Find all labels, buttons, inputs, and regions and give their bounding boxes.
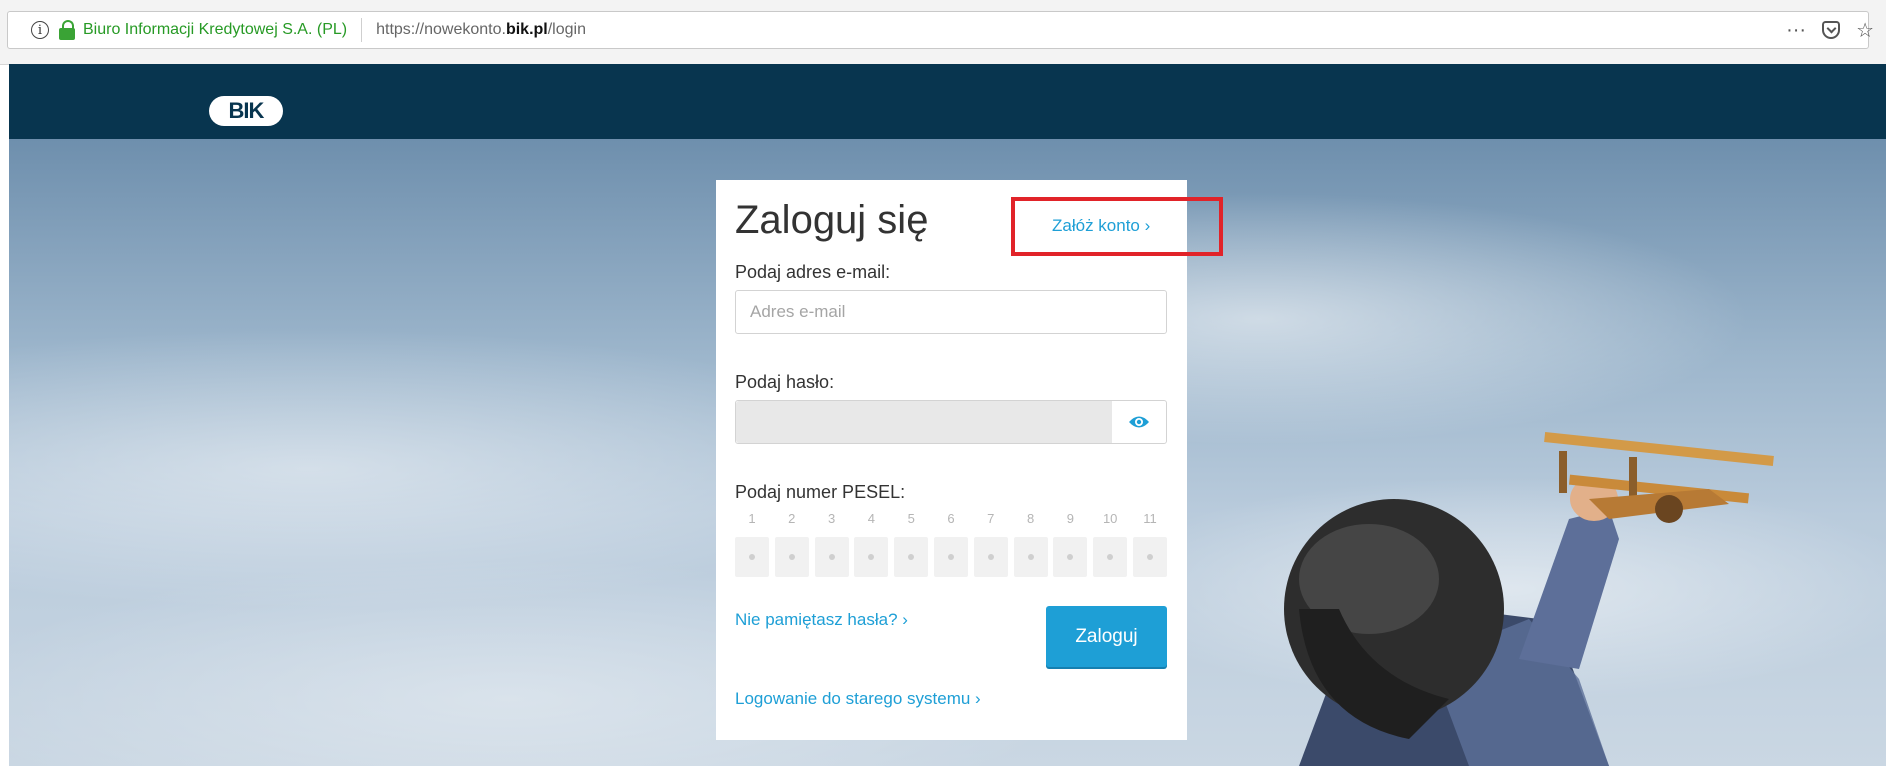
page-actions-menu-icon[interactable]: ··· — [1786, 19, 1806, 42]
pesel-cell: 7 — [973, 511, 1008, 577]
pesel-label: Podaj numer PESEL: — [735, 482, 906, 502]
pesel-cell: 3 — [814, 511, 849, 577]
email-label: Podaj adres e-mail: — [735, 262, 891, 282]
email-field[interactable] — [735, 290, 1167, 334]
pesel-digit-input[interactable] — [735, 537, 769, 577]
pesel-position-number: 4 — [867, 511, 875, 526]
pesel-digit-input[interactable] — [1013, 537, 1048, 577]
bik-logo[interactable]: BIK — [209, 96, 283, 126]
pesel-cell: 4 — [854, 511, 889, 577]
pocket-icon[interactable] — [1822, 21, 1841, 39]
pesel-position-number: 7 — [987, 511, 995, 526]
login-card: Zaloguj się Załóż konto › Podaj adres e-… — [716, 180, 1187, 740]
pesel-position-number: 10 — [1102, 511, 1118, 526]
pesel-input-group: 1 2 3 4 5 6 7 8 9 10 11 — [735, 511, 1167, 577]
pesel-digit-input[interactable] — [933, 537, 968, 577]
page-title: Zaloguj się — [735, 198, 929, 242]
info-icon[interactable]: i — [31, 21, 49, 39]
pesel-digit-input[interactable] — [774, 537, 809, 577]
pesel-cell: 6 — [933, 511, 968, 577]
pesel-position-number: 11 — [1143, 511, 1157, 526]
pesel-digit-input[interactable] — [854, 537, 889, 577]
lock-icon[interactable] — [59, 20, 75, 40]
pesel-cell: 11 — [1132, 511, 1167, 577]
pesel-position-number: 2 — [788, 511, 796, 526]
pesel-position-number: 3 — [827, 511, 836, 526]
url-text[interactable]: https://nowekonto.bik.pl/login — [376, 21, 586, 39]
pesel-digit-input[interactable] — [894, 537, 929, 577]
pesel-cell: 10 — [1093, 511, 1128, 577]
pesel-position-number: 8 — [1026, 511, 1035, 526]
pesel-digit-input[interactable] — [814, 537, 849, 577]
login-button[interactable]: Zaloguj — [1046, 606, 1167, 667]
address-bar[interactable]: i Biuro Informacji Kredytowej S.A. (PL) … — [7, 11, 1869, 49]
site-identity[interactable]: Biuro Informacji Kredytowej S.A. (PL) — [83, 21, 347, 39]
password-group — [735, 400, 1167, 444]
pesel-digit-input[interactable] — [1053, 537, 1088, 577]
show-password-toggle[interactable] — [1112, 401, 1166, 443]
pesel-cell: 5 — [894, 511, 929, 577]
pesel-position-number: 6 — [947, 511, 955, 526]
browser-toolbar: i Biuro Informacji Kredytowej S.A. (PL) … — [0, 0, 1886, 65]
password-field[interactable] — [736, 401, 1112, 443]
pesel-cell: 2 — [774, 511, 809, 577]
highlight-annotation — [1011, 197, 1223, 256]
pesel-cell: 1 — [735, 511, 769, 577]
site-header: BIK — [9, 64, 1886, 139]
pesel-digit-input[interactable] — [973, 537, 1008, 577]
password-label: Podaj hasło: — [735, 372, 835, 392]
pesel-position-number: 9 — [1066, 511, 1074, 526]
old-system-login-link[interactable]: Logowanie do starego systemu › — [735, 689, 981, 709]
pesel-digit-input[interactable] — [1132, 537, 1167, 577]
url-separator — [361, 18, 363, 42]
boy-illustration — [1284, 432, 1774, 766]
eye-icon — [1129, 416, 1149, 428]
pesel-position-number: 1 — [748, 511, 756, 526]
pesel-cell: 9 — [1053, 511, 1088, 577]
bookmark-star-icon[interactable]: ☆ — [1856, 18, 1874, 43]
pesel-position-number: 5 — [907, 511, 915, 526]
forgot-password-link[interactable]: Nie pamiętasz hasła? › — [735, 610, 908, 630]
pesel-cell: 8 — [1013, 511, 1048, 577]
pesel-digit-input[interactable] — [1093, 537, 1128, 577]
